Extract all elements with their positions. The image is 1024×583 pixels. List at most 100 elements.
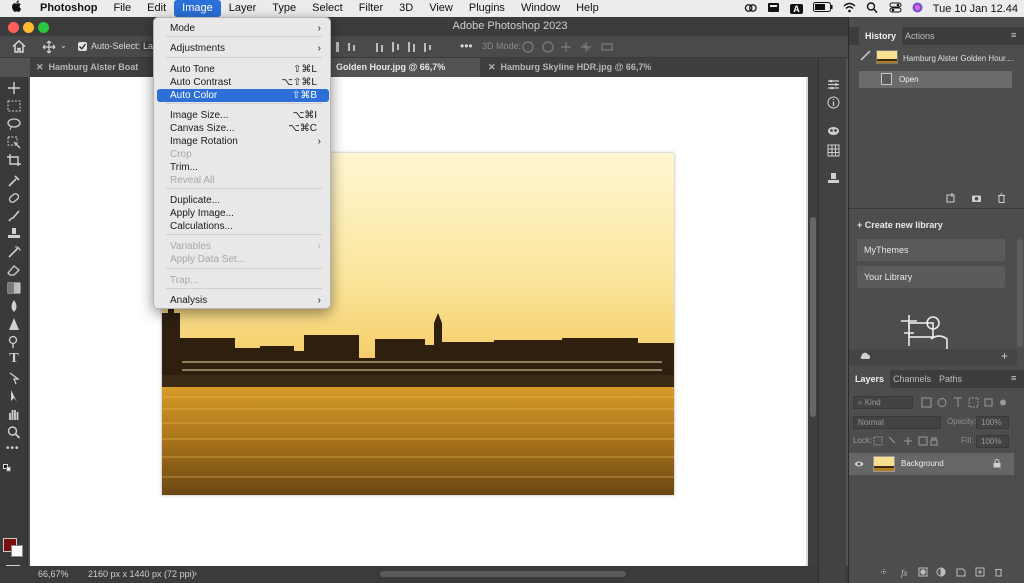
layer-name[interactable]: Background (901, 459, 944, 468)
menu-layer[interactable]: Layer (221, 0, 265, 17)
library-item-mythemes[interactable]: MyThemes (857, 239, 1005, 261)
menu-item-crop[interactable]: Crop (157, 148, 329, 161)
menu-item-auto-contrast[interactable]: Auto Contrast ⌥⇧⌘L (157, 76, 329, 89)
direct-selection-tool-icon[interactable] (6, 389, 22, 403)
blur-tool-icon[interactable] (6, 299, 22, 313)
tab-history[interactable]: History (859, 27, 903, 45)
auto-select-checkbox[interactable] (78, 42, 87, 51)
layers-footer-icons[interactable]: fx (879, 566, 1017, 578)
menu-item-auto-tone[interactable]: Auto Tone ⇧⌘L (157, 63, 329, 76)
menu-item-adjustments[interactable]: Adjustments › (157, 42, 329, 55)
library-item-your-library[interactable]: Your Library (857, 266, 1005, 288)
menu-select[interactable]: Select (304, 0, 351, 17)
eraser-tool-icon[interactable] (6, 263, 22, 277)
create-new-library-button[interactable]: + Create new library (857, 220, 943, 230)
menu-item-trim[interactable]: Trim... (157, 161, 329, 174)
zoom-tool-icon[interactable] (6, 425, 22, 439)
libraries-scrollbar[interactable] (1017, 239, 1023, 347)
history-step-open[interactable]: Open (859, 71, 1012, 88)
menu-item-trap[interactable]: Trap... (157, 274, 329, 287)
close-window-button[interactable] (8, 22, 19, 33)
path-selection-tool-icon[interactable] (6, 371, 22, 385)
menu-item-auto-color[interactable]: Auto Color ⇧⌘B (157, 89, 329, 102)
menu-plugins[interactable]: Plugins (461, 0, 513, 17)
creative-cloud-icon[interactable] (744, 2, 758, 16)
crop-tool-icon[interactable] (6, 153, 22, 167)
tab-channels[interactable]: Channels (887, 370, 937, 388)
gradient-tool-icon[interactable] (6, 281, 22, 295)
minimize-window-button[interactable] (23, 22, 34, 33)
menu-extra-icon[interactable] (767, 2, 780, 16)
menu-window[interactable]: Window (513, 0, 568, 17)
layer-filter-kind[interactable]: ⌕ Kind (853, 396, 913, 409)
menu-item-variables[interactable]: Variables › (157, 240, 329, 253)
brush-tool-icon[interactable] (6, 209, 22, 223)
background-color-swatch[interactable] (11, 545, 23, 557)
blend-mode-select[interactable]: Normal (853, 416, 941, 429)
menubar-clock[interactable]: Tue 10 Jan 12.44 (933, 3, 1018, 15)
menu-item-analysis[interactable]: Analysis › (157, 294, 329, 307)
vertical-scroll-thumb[interactable] (810, 217, 816, 417)
trash-icon[interactable] (996, 193, 1007, 203)
object-selection-tool-icon[interactable] (6, 135, 22, 149)
apple-icon[interactable] (0, 0, 32, 17)
move-tool-icon[interactable] (42, 40, 56, 57)
layer-row-background[interactable]: Background (849, 453, 1014, 475)
zoom-level[interactable]: 66,67% (38, 569, 69, 579)
layer-lock-icon[interactable] (993, 459, 1001, 468)
edit-toolbar-icon[interactable]: ••• (6, 443, 22, 457)
camera-snapshot-icon[interactable] (971, 193, 982, 203)
layer-visibility-eye-icon[interactable] (854, 460, 864, 468)
tab-layers[interactable]: Layers (849, 370, 891, 388)
home-icon[interactable] (12, 39, 26, 56)
menu-help[interactable]: Help (568, 0, 607, 17)
menu-item-canvas-size[interactable]: Canvas Size... ⌥⌘C (157, 122, 329, 135)
canvas-workspace[interactable] (30, 77, 808, 568)
clone-stamp-tool-icon[interactable] (6, 227, 22, 241)
move-tool-icon[interactable] (6, 81, 22, 95)
status-menu-arrow[interactable]: › (194, 568, 197, 578)
canvas-vertical-scrollbar[interactable] (808, 77, 818, 566)
menu-item-calculations[interactable]: Calculations... (157, 220, 329, 233)
new-document-from-state-icon[interactable] (946, 193, 957, 203)
menu-view[interactable]: View (421, 0, 461, 17)
menu-edit[interactable]: Edit (139, 0, 174, 17)
wifi-icon[interactable] (843, 2, 856, 16)
eyedropper-tool-icon[interactable] (6, 173, 22, 187)
menu-item-image-size[interactable]: Image Size... ⌥⌘I (157, 109, 329, 122)
tool-preset-chevron-icon[interactable]: ⌄ (60, 41, 67, 50)
history-snapshot-label[interactable]: Hamburg Alster Golden Hour.... (903, 54, 1014, 63)
lock-options-icons[interactable] (873, 436, 939, 446)
default-colors-icon[interactable] (3, 463, 15, 472)
tab-hamburg-alster-boat[interactable]: ✕Hamburg Alster Boat Main (30, 58, 154, 91)
dodge-tool-icon[interactable] (6, 317, 22, 331)
history-brush-source-icon[interactable] (859, 48, 875, 62)
properties-icon[interactable] (827, 78, 840, 91)
tab-hamburg-skyline-hdr[interactable]: ✕Hamburg Skyline HDR.jpg @ 66,7% (RGB/8) (482, 58, 682, 91)
opacity-input[interactable]: 100% (976, 416, 1009, 429)
menu-app-name[interactable]: Photoshop (32, 0, 105, 17)
stamp-panel-icon[interactable] (827, 172, 840, 185)
panel-menu-icon[interactable]: ≡ (1011, 30, 1016, 40)
pen-tool-icon[interactable] (6, 335, 22, 349)
horizontal-scroll-thumb[interactable] (380, 571, 626, 577)
lasso-tool-icon[interactable] (6, 117, 22, 131)
siri-icon[interactable] (912, 2, 923, 16)
history-brush-tool-icon[interactable] (6, 245, 22, 259)
healing-brush-tool-icon[interactable] (6, 191, 22, 205)
zoom-window-button[interactable] (38, 22, 49, 33)
tab-close-icon[interactable]: ✕ (488, 62, 496, 72)
tab-actions[interactable]: Actions (899, 27, 941, 45)
document-canvas[interactable] (30, 77, 806, 568)
menu-3d[interactable]: 3D (391, 0, 421, 17)
layer-filter-type-icons[interactable] (921, 397, 1009, 408)
menu-filter[interactable]: Filter (351, 0, 391, 17)
menu-file[interactable]: File (105, 0, 139, 17)
marquee-tool-icon[interactable] (6, 99, 22, 113)
layers-panel-menu-icon[interactable]: ≡ (1011, 373, 1016, 383)
menu-item-mode[interactable]: Mode › (157, 22, 329, 35)
more-options-icon[interactable]: ••• (460, 39, 473, 53)
menu-item-reveal-all[interactable]: Reveal All (157, 174, 329, 187)
control-center-icon[interactable] (889, 2, 902, 16)
3d-mode-icons[interactable] (522, 40, 614, 54)
